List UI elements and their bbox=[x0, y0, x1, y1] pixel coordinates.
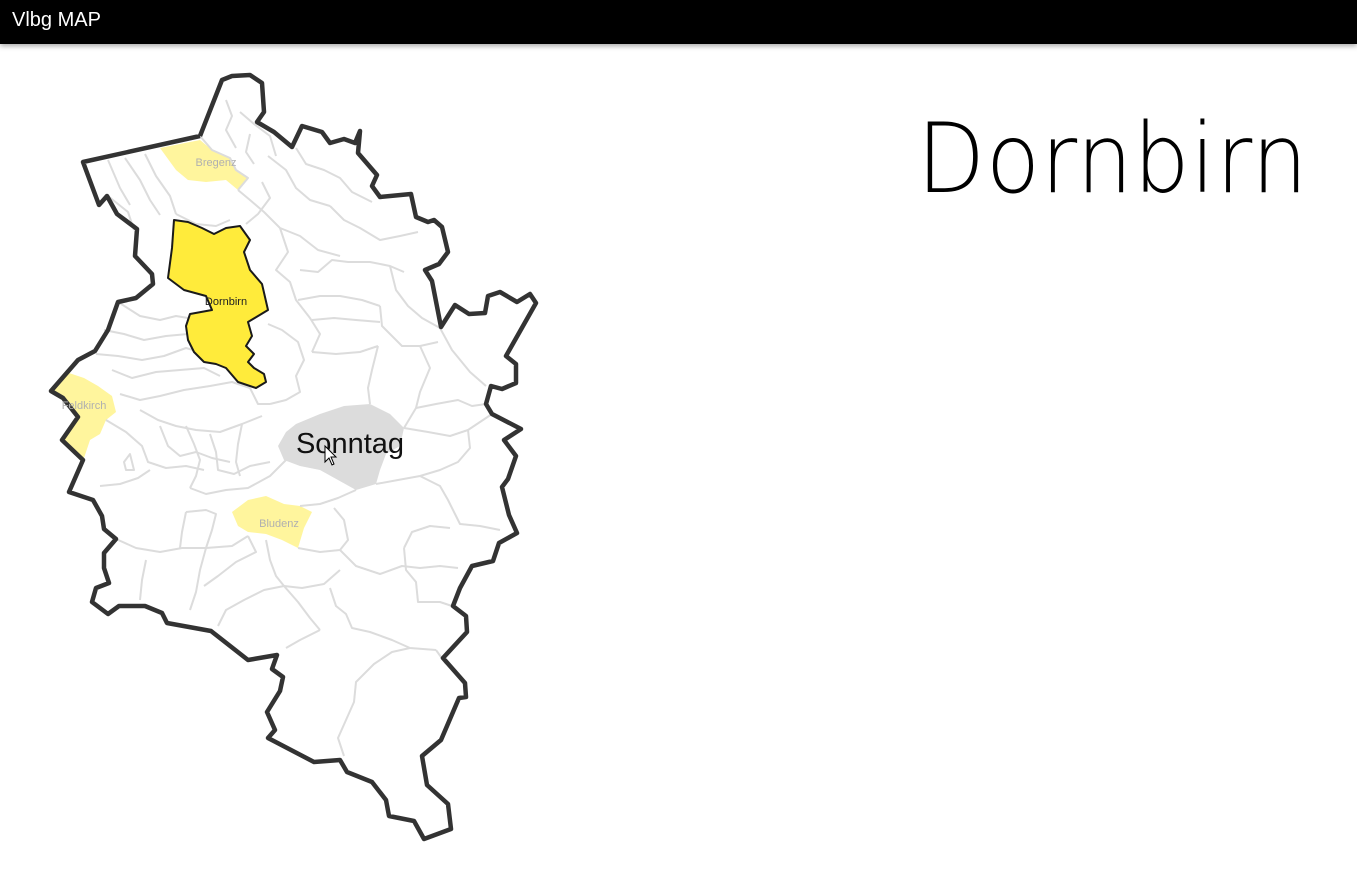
bregenz-label: Bregenz bbox=[196, 157, 237, 169]
bludenz-label: Bludenz bbox=[259, 518, 299, 530]
vorarlberg-map[interactable]: Bregenz Dornbirn Feldkirch Bludenz Sonnt… bbox=[0, 44, 560, 870]
hover-municipality-label: Sonntag bbox=[296, 428, 404, 460]
selected-municipality-title: Dornbirn bbox=[917, 103, 1309, 215]
feldkirch-label: Feldkirch bbox=[62, 400, 107, 412]
map-container: Bregenz Dornbirn Feldkirch Bludenz Sonnt… bbox=[0, 44, 560, 870]
app-bar: Vlbg MAP bbox=[0, 0, 1357, 44]
app-title: Vlbg MAP bbox=[12, 9, 101, 31]
dornbirn-label: Dornbirn bbox=[205, 296, 247, 308]
